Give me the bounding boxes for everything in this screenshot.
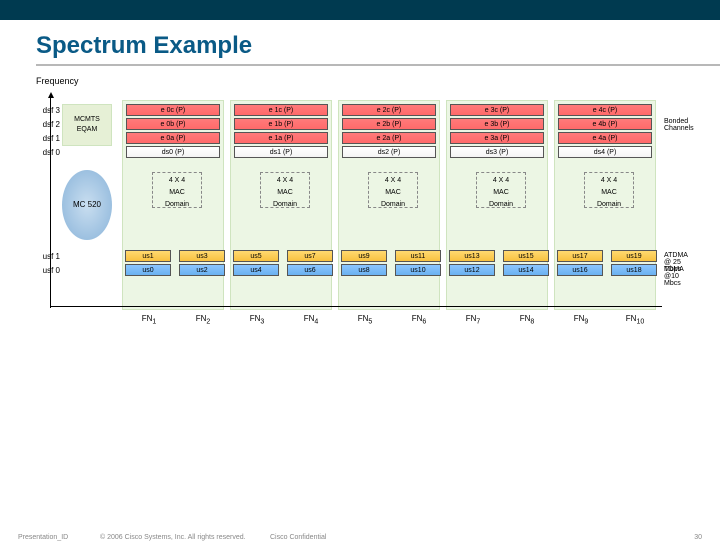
bonded-ds-channel: e 0c (P) [126,104,220,116]
spectrum-diagram: Frequency MCMTS EQAM MC 520 dsf 3 dsf 2 ds… [36,74,696,354]
mac-domain-box: 4 X 4MACDomain [476,172,526,208]
bonded-channels-label: Bonded Channels [664,118,696,132]
bonded-ds-channel: e 4c (P) [558,104,652,116]
dsf-label: dsf 2 [34,120,60,129]
us-tdma-channel: us6 [287,264,333,276]
dsf-label: dsf 1 [34,134,60,143]
us-tdma-channel: us10 [395,264,441,276]
us-atdma-channel: us19 [611,250,657,262]
page-title: Spectrum Example [0,20,720,64]
us-atdma-channel: us11 [395,250,441,262]
us-atdma-channel: us5 [233,250,279,262]
fn-label: FN2 [176,314,230,326]
us-tdma-channel: us12 [449,264,495,276]
ds-channel: ds3 (P) [450,146,544,158]
usf-label: usf 1 [34,252,60,261]
bonded-ds-channel: e 1c (P) [234,104,328,116]
fn-label: FN9 [554,314,608,326]
fn-label: FN6 [392,314,446,326]
fn-label: FN1 [122,314,176,326]
bonded-ds-channel: e 1a (P) [234,132,328,144]
fn-label: FN4 [284,314,338,326]
us-atdma-channel: us7 [287,250,333,262]
x-axis-line [50,306,662,307]
top-bar [0,0,720,20]
usf-label: usf 0 [34,266,60,275]
ds-channel: ds0 (P) [126,146,220,158]
bonded-ds-channel: e 0a (P) [126,132,220,144]
us-tdma-channel: us18 [611,264,657,276]
y-axis-arrow-icon [48,92,54,98]
us-atdma-channel: us9 [341,250,387,262]
bonded-ds-channel: e 4b (P) [558,118,652,130]
us-tdma-channel: us16 [557,264,603,276]
eqam-label: EQAM [63,125,111,135]
bonded-ds-channel: e 4a (P) [558,132,652,144]
ds-channel: ds2 (P) [342,146,436,158]
tdma-label: TDMA @10 Mbcs [664,266,696,287]
mc520-block: MC 520 [62,170,112,240]
bonded-ds-channel: e 2c (P) [342,104,436,116]
dsf-label: dsf 3 [34,106,60,115]
title-rule [36,64,720,66]
us-tdma-channel: us0 [125,264,171,276]
y-axis-label: Frequency [36,76,79,86]
us-atdma-channel: us1 [125,250,171,262]
us-atdma-channel: us15 [503,250,549,262]
mac-domain-box: 4 X 4MACDomain [152,172,202,208]
fn-label: FN3 [230,314,284,326]
us-tdma-channel: us8 [341,264,387,276]
mac-domain-box: 4 X 4MACDomain [260,172,310,208]
bonded-ds-channel: e 1b (P) [234,118,328,130]
bonded-ds-channel: e 0b (P) [126,118,220,130]
bonded-ds-channel: e 3c (P) [450,104,544,116]
ds-channel: ds4 (P) [558,146,652,158]
us-atdma-channel: us17 [557,250,603,262]
dsf-label: dsf 0 [34,148,60,157]
us-tdma-channel: us4 [233,264,279,276]
us-tdma-channel: us2 [179,264,225,276]
fn-label: FN5 [338,314,392,326]
y-axis-line [50,98,51,308]
mcmts-eqam-block: MCMTS EQAM [62,104,112,146]
fn-label: FN8 [500,314,554,326]
fn-label: FN7 [446,314,500,326]
us-atdma-channel: us3 [179,250,225,262]
bonded-ds-channel: e 2a (P) [342,132,436,144]
bonded-ds-channel: e 3b (P) [450,118,544,130]
fn-label: FN10 [608,314,662,326]
bonded-ds-channel: e 2b (P) [342,118,436,130]
mcmts-label: MCMTS [63,115,111,125]
bonded-ds-channel: e 3a (P) [450,132,544,144]
mac-domain-box: 4 X 4MACDomain [584,172,634,208]
us-atdma-channel: us13 [449,250,495,262]
ds-channel: ds1 (P) [234,146,328,158]
mac-domain-box: 4 X 4MACDomain [368,172,418,208]
us-tdma-channel: us14 [503,264,549,276]
